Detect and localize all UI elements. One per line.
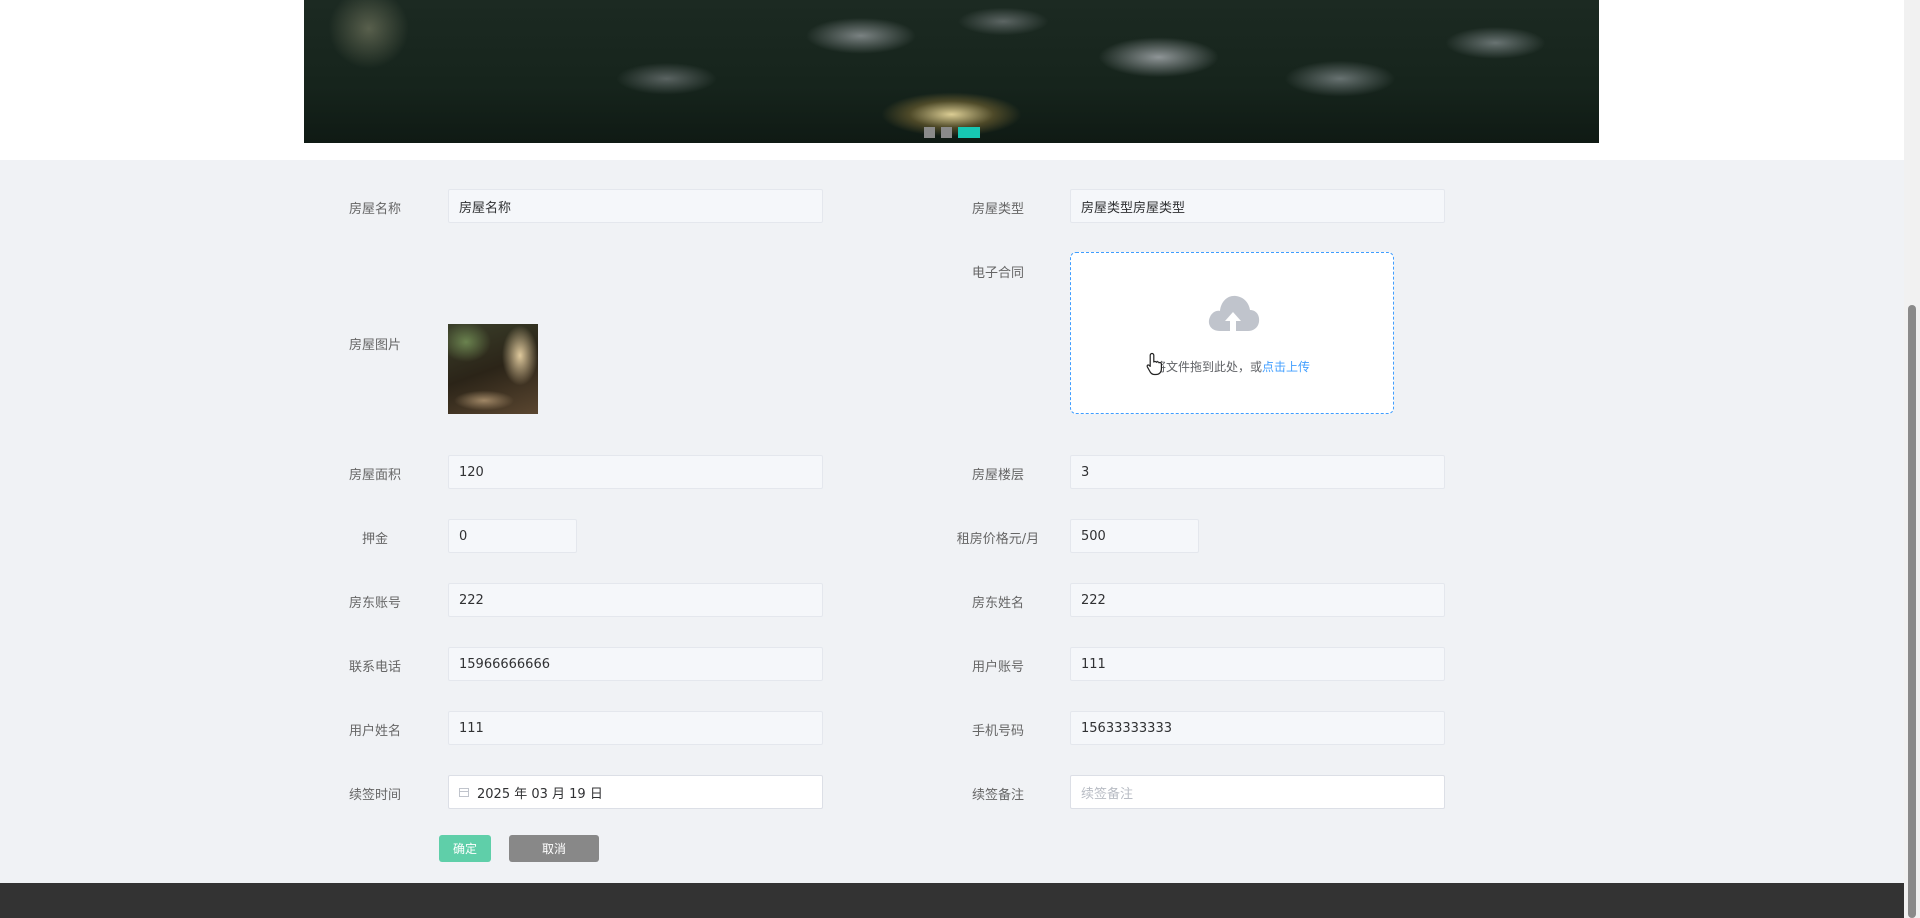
renew-time-label: 续签时间 <box>348 788 401 803</box>
landlord-account-label: 房东账号 <box>348 596 401 611</box>
upload-hint-text: 将文件拖到此处，或 <box>1153 360 1262 374</box>
renew-time-datepicker[interactable]: 2025 年 03 月 19 日 <box>448 775 823 809</box>
landlord-name-input[interactable]: 222 <box>1070 583 1445 617</box>
user-account-input[interactable]: 111 <box>1070 647 1445 681</box>
mobile-label: 手机号码 <box>971 724 1024 739</box>
contract-upload-dropzone[interactable]: 将文件拖到此处，或点击上传 <box>1070 252 1394 414</box>
deposit-label: 押金 <box>361 532 388 547</box>
floor-input[interactable]: 3 <box>1070 455 1445 489</box>
hand-pointer-icon <box>1146 352 1162 376</box>
area-input[interactable]: 120 <box>448 455 823 489</box>
renew-time-value: 2025 年 03 月 19 日 <box>477 786 603 802</box>
house-type-input[interactable]: 房屋类型房屋类型 <box>1070 189 1445 223</box>
contract-label: 电子合同 <box>971 266 1024 281</box>
area-label: 房屋面积 <box>348 468 401 483</box>
landlord-account-input[interactable]: 222 <box>448 583 823 617</box>
mobile-input[interactable]: 15633333333 <box>1070 711 1445 745</box>
phone-label: 联系电话 <box>348 660 401 675</box>
confirm-button[interactable]: 确定 <box>439 835 491 862</box>
deposit-input[interactable]: 0 <box>448 519 577 553</box>
renew-note-label: 续签备注 <box>971 788 1024 803</box>
house-image-label: 房屋图片 <box>348 338 401 353</box>
banner-carousel[interactable] <box>304 0 1599 143</box>
house-type-label: 房屋类型 <box>971 202 1024 217</box>
phone-input[interactable]: 15966666666 <box>448 647 823 681</box>
house-name-input[interactable]: 房屋名称 <box>448 189 823 223</box>
carousel-indicators <box>923 127 980 138</box>
cancel-button[interactable]: 取消 <box>509 835 599 862</box>
carousel-dot-1[interactable] <box>923 127 935 138</box>
banner-area <box>0 0 1904 160</box>
rent-label: 租房价格元/月 <box>956 532 1040 547</box>
renew-note-input[interactable]: 续签备注 <box>1070 775 1445 809</box>
floor-label: 房屋楼层 <box>971 468 1024 483</box>
house-name-label: 房屋名称 <box>348 202 401 217</box>
upload-link[interactable]: 点击上传 <box>1262 360 1310 374</box>
user-account-label: 用户账号 <box>971 660 1024 675</box>
house-image-thumbnail[interactable] <box>448 324 538 414</box>
vertical-scrollbar[interactable] <box>1904 0 1920 918</box>
cloud-upload-icon <box>1208 295 1260 331</box>
carousel-dot-3[interactable] <box>957 127 980 138</box>
landlord-name-label: 房东姓名 <box>971 596 1024 611</box>
rent-input[interactable]: 500 <box>1070 519 1199 553</box>
carousel-dot-2[interactable] <box>940 127 952 138</box>
user-name-input[interactable]: 111 <box>448 711 823 745</box>
page-footer <box>0 883 1904 918</box>
user-name-label: 用户姓名 <box>348 724 401 739</box>
upload-hint: 将文件拖到此处，或点击上传 <box>1071 358 1393 375</box>
scrollbar-thumb[interactable] <box>1908 305 1916 918</box>
calendar-icon <box>459 787 469 797</box>
